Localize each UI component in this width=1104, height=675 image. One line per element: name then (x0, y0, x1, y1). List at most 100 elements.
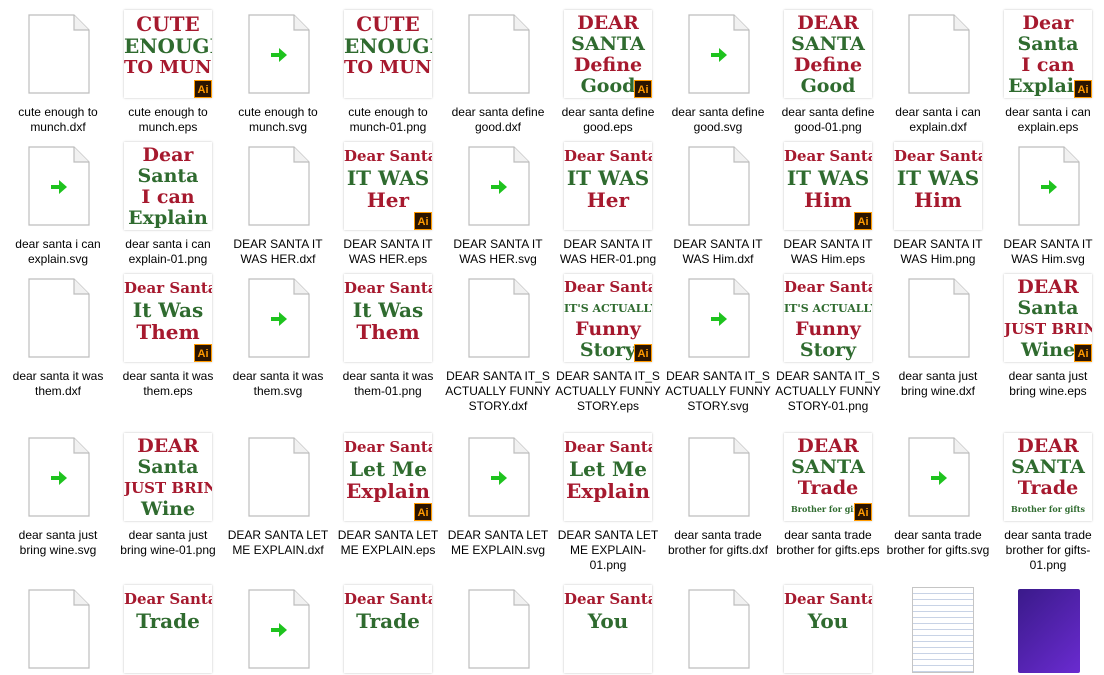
blank-document-icon (248, 437, 310, 517)
file-thumbnail: Dear Santa IT WAS Him Ai (782, 140, 874, 232)
file-name: cute enough to munch-01.png (348, 105, 428, 134)
file-item[interactable]: DEAR SANTA IT WAS HER.dxf (223, 140, 333, 267)
file-item[interactable]: DEAR SANTA Trade Brother for gifts dear sant… (993, 431, 1103, 573)
file-thumbnail (892, 8, 984, 100)
file-item[interactable]: dear santa just bring wine.dxf (883, 272, 993, 399)
file-item[interactable]: dear santa define good.dxf (443, 8, 553, 135)
design-text: IT WAS (786, 166, 870, 190)
file-item[interactable]: dear santa just bring wine.svg (3, 431, 113, 558)
file-thumbnail (672, 8, 764, 100)
file-thumbnail: Dear Santa Let Me Explain (562, 431, 654, 523)
design-text: DEAR (137, 435, 199, 457)
adobe-illustrator-icon: Ai (1074, 80, 1092, 98)
blank-document-icon (28, 278, 90, 358)
adobe-illustrator-icon: Ai (634, 80, 652, 98)
design-preview: Dear Santa Trade (124, 585, 212, 673)
file-item[interactable]: Dear Santa IT WAS Her Ai DEAR SANTA IT WAS H… (333, 140, 443, 267)
file-name: dear santa define good.eps (561, 105, 655, 134)
file-item[interactable]: DEAR SANTA Trade Brother for gifts Ai dear sa… (773, 431, 883, 558)
design-text: Dear Santa (564, 147, 652, 165)
file-thumbnail: Dear Santa You (782, 583, 874, 675)
file-name: DEAR SANTA IT WAS Him.eps (783, 237, 873, 266)
file-item[interactable]: Dear Santa I can Explain Ai dear santa i can … (993, 8, 1103, 135)
file-item[interactable]: DEAR SANTA LET ME EXPLAIN.dxf (223, 431, 333, 558)
file-item[interactable]: CUTEENOUGHTO MUNCH Ai cute enough to munch… (113, 8, 223, 135)
file-item[interactable]: Dear Santa It Was Them Ai dear santa it was … (113, 272, 223, 399)
media-file-icon (1018, 589, 1080, 673)
file-item[interactable] (883, 583, 993, 675)
design-preview: Dear Santa You (564, 585, 652, 673)
file-item[interactable] (443, 583, 553, 675)
file-name: dear santa just bring wine.eps (1008, 369, 1088, 398)
file-item[interactable]: DEAR SANTA IT WAS Him.svg (993, 140, 1103, 267)
file-item[interactable]: Dear Santa IT WAS Him DEAR SANTA IT WAS Him… (883, 140, 993, 267)
file-item[interactable]: Dear Santa Let Me Explain DEAR SANTA LET ME… (553, 431, 663, 573)
design-preview: Dear Santa It Was Them (344, 274, 432, 362)
design-preview: Dear Santa You (784, 585, 872, 673)
file-item[interactable] (663, 583, 773, 675)
file-item[interactable]: Dear Santa IT'S ACTUALLY Funny Story DEAR SA… (773, 272, 883, 414)
file-item[interactable]: DEAR SANTA Define Good Ai dear santa define g… (553, 8, 663, 135)
file-item[interactable]: DEAR SANTA Define Good dear santa define goo… (773, 8, 883, 135)
file-item[interactable]: DEAR SANTA IT WAS Him.dxf (663, 140, 773, 267)
green-arrow-icon (711, 312, 727, 326)
file-thumbnail (232, 431, 324, 523)
design-text: Good (800, 75, 856, 97)
file-item[interactable]: dear santa trade brother for gifts.dxf (663, 431, 773, 558)
file-item[interactable]: Dear Santa IT WAS Her DEAR SANTA IT WAS HER… (553, 140, 663, 267)
file-item[interactable]: cute enough to munch.svg (223, 8, 333, 135)
file-item[interactable]: dear santa trade brother for gifts.svg (883, 431, 993, 558)
design-text: Dear Santa (784, 278, 872, 296)
file-item[interactable]: DEAR SANTA IT_S ACTUALLY FUNNY STORY.dxf (443, 272, 553, 414)
file-item[interactable]: Dear Santa You (773, 583, 883, 675)
design-text: Explain (346, 479, 430, 503)
file-thumbnail: CUTEENOUGHTO MUNCH Ai (122, 8, 214, 100)
file-thumbnail: Dear Santa Trade (342, 583, 434, 675)
file-item[interactable]: Dear Santa You (553, 583, 663, 675)
green-arrow-icon (491, 180, 507, 194)
file-item[interactable]: dear santa it was them.dxf (3, 272, 113, 399)
file-item[interactable] (3, 583, 113, 675)
file-thumbnail: DEAR SANTA Define Good (782, 8, 874, 100)
file-item[interactable]: dear santa define good.svg (663, 8, 773, 135)
file-item[interactable]: Dear Santa It Was Them dear santa it was th… (333, 272, 443, 399)
file-item[interactable]: DEAR SANTA LET ME EXPLAIN.svg (443, 431, 553, 558)
file-item[interactable]: Dear Santa Let Me Explain Ai DEAR SANTA LET … (333, 431, 443, 558)
design-text: JUST BRING (1004, 320, 1092, 338)
design-text: Santa (1017, 33, 1079, 55)
design-text: It Was (132, 298, 204, 322)
file-item[interactable]: DEAR SANTA IT_S ACTUALLY FUNNY STORY.svg (663, 272, 773, 414)
file-item[interactable] (993, 583, 1103, 675)
design-text: Dear Santa (344, 438, 432, 456)
file-name: DEAR SANTA LET ME EXPLAIN.dxf (227, 528, 329, 557)
file-item[interactable]: CUTEENOUGHTO MUNCH cute enough to munch-0… (333, 8, 443, 135)
design-preview: Dear Santa IT'S ACTUALLY Funny Story (784, 274, 872, 362)
file-thumbnail: Dear Santa It Was Them (342, 272, 434, 364)
file-item[interactable]: Dear Santa IT WAS Him Ai DEAR SANTA IT WAS H… (773, 140, 883, 267)
design-text: Dear Santa (344, 147, 432, 165)
design-text: Dear Santa (344, 279, 432, 297)
file-item[interactable]: Dear Santa Trade (333, 583, 443, 675)
green-arrow-icon (51, 180, 67, 194)
file-item[interactable]: Dear Santa I can Explain dear santa i can ex… (113, 140, 223, 267)
file-item[interactable]: DEARSantaJUST BRINGWineAi dear santa just… (993, 272, 1103, 399)
file-item[interactable]: cute enough to munch.dxf (3, 8, 113, 135)
file-item[interactable]: DEAR SANTA IT WAS HER.svg (443, 140, 553, 267)
green-arrow-icon (931, 471, 947, 485)
file-item[interactable]: dear santa i can explain.dxf (883, 8, 993, 135)
file-item[interactable]: DEARSantaJUST BRINGWine dear santa just b… (113, 431, 223, 558)
file-name: DEAR SANTA IT_S ACTUALLY FUNNY STORY-01.… (775, 369, 881, 413)
text-document-icon (912, 587, 974, 673)
file-name: DEAR SANTA IT WAS HER-01.png (559, 237, 657, 266)
file-item[interactable]: dear santa it was them.svg (223, 272, 333, 399)
file-item[interactable]: Dear Santa Trade (113, 583, 223, 675)
design-text: Funny (575, 318, 641, 340)
blank-document-icon (248, 146, 310, 226)
file-item[interactable] (223, 583, 333, 675)
file-thumbnail (1002, 583, 1094, 675)
file-item[interactable]: dear santa i can explain.svg (3, 140, 113, 267)
file-item[interactable]: Dear Santa IT'S ACTUALLY Funny Story Ai DEAR … (553, 272, 663, 414)
design-text: DEAR (1017, 276, 1079, 298)
design-text: I can (1021, 54, 1075, 76)
design-text: CUTE (136, 12, 200, 36)
